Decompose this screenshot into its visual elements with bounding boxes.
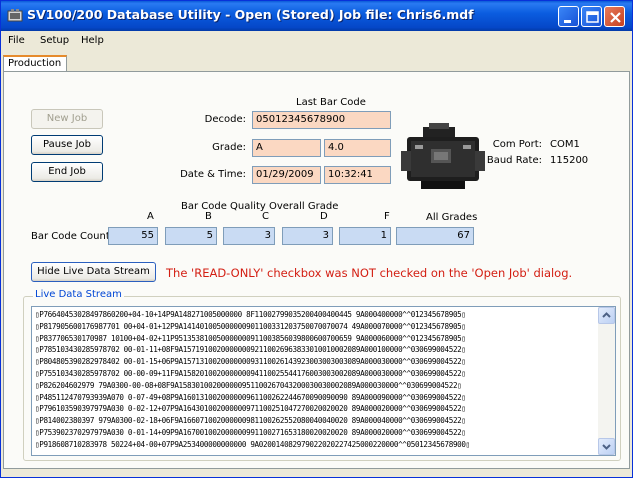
title-bar[interactable]: SV100/200 Database Utility - Open (Store… [1,1,632,31]
close-button[interactable] [604,6,625,27]
pause-job-button[interactable]: Pause Job [31,135,103,155]
barcode-count-label: Bar Code Count: [31,231,114,242]
live-data-stream-list[interactable]: ▯P76640453028497860200+04-10+14P9A148271… [31,306,616,456]
end-job-button[interactable]: End Job [31,162,103,182]
stream-line: ▯P485112470793939A070 0-07-49+08P9A16013… [35,392,466,402]
hide-live-data-stream-button[interactable]: Hide Live Data Stream [31,262,156,282]
grade-value-field: 4.0 [324,139,391,157]
baud-rate-label: Baud Rate: [486,155,542,166]
grade-d-heading: D [320,211,328,222]
tab-production-label: Production [8,58,62,69]
all-grades-count: 67 [396,227,474,245]
scroll-up-button[interactable] [598,307,615,324]
com-port-value: COM1 [550,139,580,150]
grade-b-heading: B [205,211,212,222]
stream-line: ▯P755103430285978702 00-00-09+11F9A15820… [35,369,466,378]
time-field: 10:32:41 [324,166,391,184]
live-data-stream-title: Live Data Stream [33,289,124,300]
stream-scrollbar[interactable] [598,307,615,455]
stream-line: ▯P76640453028497860200+04-10+14P9A148271… [35,310,466,319]
grade-d-count: 3 [282,227,333,245]
window-title: SV100/200 Database Utility - Open (Store… [27,7,474,22]
menu-setup[interactable]: Setup [40,35,69,46]
stream-line: ▯P918608710283978 50224+04-00+07P9A25340… [35,439,470,449]
minimize-icon [564,20,571,23]
stream-line: ▯P796103590397979A030 0-02-12+07P9A16430… [35,404,466,414]
com-port-label: Com Port: [492,139,542,150]
date-field: 01/29/2009 [252,166,321,184]
grade-label: Grade: [212,142,246,153]
grade-letter-field: A [252,139,321,157]
app-window: SV100/200 Database Utility - Open (Store… [0,0,633,478]
baud-rate-value: 115200 [550,155,589,166]
date-time-label: Date & Time: [180,169,246,180]
menu-file[interactable]: File [8,35,25,46]
stream-line: ▯P826204602979 79A0300-00-08+08F9A158301… [35,380,462,390]
grade-f-heading: F [384,211,390,222]
decode-label: Decode: [204,114,246,125]
grade-b-count: 5 [165,227,217,245]
stream-line: ▯P814002380397 979A0300-02-18+06F9A16607… [35,416,466,426]
last-barcode-heading: Last Bar Code [296,97,366,108]
close-icon [610,12,621,23]
grade-a-heading: A [147,211,154,222]
stream-line: ▯P817905600176987701 00+04-01+12P9A14140… [35,321,466,331]
decode-field: 05012345678900 [252,111,391,129]
menu-bar: File Setup Help [1,31,632,51]
minimize-button[interactable] [558,6,579,27]
grade-c-count: 3 [223,227,275,245]
chevron-up-icon [602,312,611,318]
stream-line: ▯P753902370297979A030 0-01-14+09P9A16700… [35,428,466,437]
grade-c-heading: C [262,211,269,222]
stream-line: ▯P837706530170987 10100+04-02+11P9513538… [35,333,466,343]
read-only-warning: The 'READ-ONLY' checkbox was NOT checked… [166,266,573,280]
grade-a-count: 55 [108,227,158,245]
menu-help[interactable]: Help [81,35,104,46]
new-job-button[interactable]: New Job [31,109,103,129]
grade-f-count: 1 [339,227,391,245]
maximize-button[interactable] [581,6,602,27]
all-grades-heading: All Grades [426,212,478,223]
maximize-icon [586,11,599,23]
app-icon[interactable] [7,8,23,24]
scroll-down-button[interactable] [598,438,615,455]
tab-strip: Production [1,51,632,73]
stream-line: ▯P785103430285978702 00-01-11+08F9A15719… [35,345,466,355]
barcode-verifier-device-image [401,123,485,189]
stream-line: ▯P804805390282978402 00-01-15+06P9A15713… [35,357,466,367]
chevron-down-icon [602,444,611,450]
